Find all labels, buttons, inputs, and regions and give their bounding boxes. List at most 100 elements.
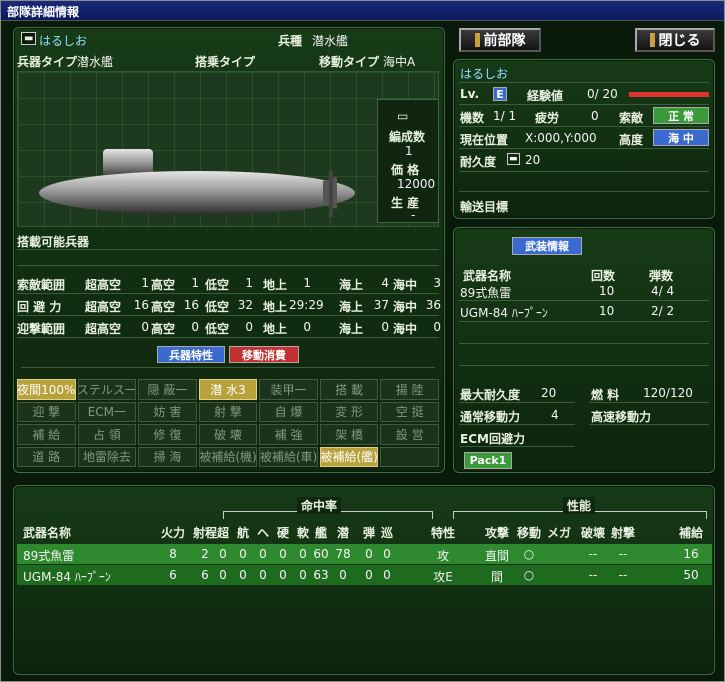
- divider: [459, 126, 709, 127]
- divider: [459, 424, 575, 425]
- status-unit-name: はるしお: [460, 67, 509, 81]
- weapons-cell: 0: [259, 547, 267, 561]
- morale-label: 索敵: [619, 111, 644, 125]
- move-type-value: 海中A: [383, 55, 416, 69]
- tab-move-cost[interactable]: 移動消費: [229, 346, 299, 363]
- trait-cell: 補 強: [259, 424, 318, 445]
- arms-row-count: 10: [599, 304, 615, 318]
- weapons-cell: 89式魚雷: [23, 549, 75, 563]
- arms-header-name: 武器名称: [463, 269, 512, 283]
- weapons-cell: --: [618, 547, 628, 561]
- position-value: X:000,Y:000: [525, 131, 597, 145]
- tab-arms-info[interactable]: 武装情報: [512, 237, 582, 255]
- exp-value: 0/ 20: [587, 87, 618, 101]
- divider: [459, 191, 709, 192]
- divider: [459, 104, 709, 105]
- weapons-cell: 16: [683, 547, 699, 561]
- range-value: 4: [381, 276, 389, 290]
- fuel-value: 120/120: [643, 386, 693, 400]
- divider: [459, 365, 709, 366]
- weapons-col-header: 武器名称: [23, 526, 72, 540]
- weapons-cell: 0: [299, 568, 307, 582]
- range-col-label: 海中: [393, 322, 418, 336]
- submarine-icon: ▬: [21, 32, 37, 45]
- trait-cell: 妨 害: [138, 401, 197, 422]
- weapons-col-header: 弾: [362, 526, 376, 540]
- range-value: 29:29: [289, 298, 324, 312]
- weapons-cell: 2: [201, 547, 209, 561]
- range-value: 1: [141, 276, 149, 290]
- arms-row-count: 10: [599, 284, 615, 298]
- prev-unit-button[interactable]: 前部隊: [459, 28, 541, 52]
- trait-cell: 搭 載: [319, 379, 379, 400]
- trait-cell: 迎 撃: [17, 401, 76, 422]
- range-row-label: 索敵範囲: [17, 278, 66, 292]
- range-col-label: 海上: [339, 278, 364, 292]
- divider: [459, 171, 709, 172]
- weapons-cell: 0: [383, 547, 391, 561]
- range-value: 37: [373, 298, 389, 312]
- trait-cell: 地雷除去: [77, 446, 137, 467]
- trait-cell: 設 営: [380, 424, 439, 445]
- move-type-label: 移動タイプ: [319, 55, 380, 69]
- range-col-label: 超高空: [85, 322, 122, 336]
- price-label: 価 格: [391, 163, 420, 177]
- weapons-col-header: メガ: [546, 526, 572, 540]
- weapons-cell: ○: [523, 547, 535, 561]
- weapons-cell: ○: [523, 568, 535, 582]
- range-col-label: 地上: [263, 300, 288, 314]
- units-label: 機数: [460, 111, 485, 125]
- weapons-cell: 0: [219, 568, 227, 582]
- range-col-label: 海中: [393, 278, 418, 292]
- weapons-cell: 0: [383, 568, 391, 582]
- divider: [459, 321, 709, 322]
- range-col-label: 低空: [205, 278, 230, 292]
- traits-grid: 夜間100% ステルス一隠 蔽一潜 水3 装甲一搭 載揚 陸迎 撃 ECM一妨 害射 …: [17, 379, 439, 467]
- range-row-label: 回 避 力: [17, 300, 62, 314]
- close-button[interactable]: 閉じる: [635, 28, 715, 52]
- divider: [21, 367, 435, 368]
- weapons-cell: 60: [313, 547, 329, 561]
- weapons-cell: 攻: [436, 549, 450, 563]
- trait-cell: 掃 海: [138, 446, 197, 467]
- weapons-cell: 0: [239, 568, 247, 582]
- position-label: 現在位置: [460, 133, 509, 147]
- divider: [589, 402, 709, 403]
- weapons-col-header: 特性: [430, 526, 456, 540]
- hp-label: 耐久度: [460, 155, 497, 169]
- divider: [17, 249, 439, 250]
- range-value: 16: [133, 298, 149, 312]
- button-bar-icon: [474, 33, 480, 47]
- range-value: 0: [141, 320, 149, 334]
- move-power-label: 通常移動力: [460, 410, 521, 424]
- unit-detail-window: 部隊詳細情報 ▬ はるしお 兵種 潜水艦 兵器タイプ 潜水艦 搭乗タイプ 移動タ…: [0, 0, 725, 682]
- pack-badge[interactable]: Pack1: [464, 452, 512, 469]
- weapons-cell: 0: [339, 568, 347, 582]
- trait-cell: 変 形: [319, 401, 379, 422]
- range-col-label: 高空: [151, 322, 176, 336]
- trait-cell: 隠 蔽一: [138, 379, 197, 400]
- close-label: 閉じる: [658, 33, 701, 49]
- range-col-label: 海上: [339, 300, 364, 314]
- arms-header-count: 回数: [591, 269, 616, 283]
- weapons-cell: 0: [279, 547, 287, 561]
- weapons-cell: --: [588, 568, 598, 582]
- range-col-label: 超高空: [85, 278, 122, 292]
- weapons-cell: --: [588, 547, 598, 561]
- divider: [589, 424, 709, 425]
- weapons-cell: 0: [299, 547, 307, 561]
- range-col-label: 高空: [151, 300, 176, 314]
- trait-cell: 自 爆: [259, 401, 318, 422]
- hit-rate-group-label: 命中率: [297, 497, 342, 514]
- divider: [459, 343, 709, 344]
- weapon-type-label: 兵器タイプ: [17, 55, 78, 69]
- window-title: 部隊詳細情報: [1, 1, 724, 21]
- trait-cell: 潜 水3: [198, 379, 258, 400]
- weapons-cell: 攻E: [433, 570, 453, 584]
- trait-cell: ステルス一: [77, 379, 137, 400]
- arms-row-name: 89式魚雷: [460, 286, 512, 300]
- tab-weapon-traits[interactable]: 兵器特性: [157, 346, 225, 363]
- fuel-label: 燃 料: [591, 388, 620, 402]
- weapons-cell: --: [618, 568, 628, 582]
- fatigue-label: 疲労: [535, 111, 560, 125]
